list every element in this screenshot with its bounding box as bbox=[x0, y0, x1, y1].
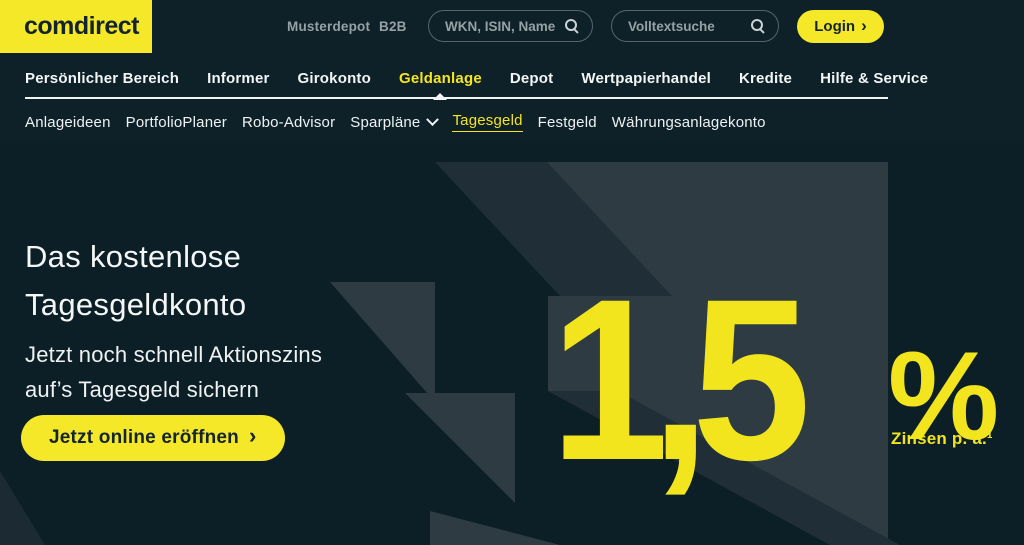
comdirect-logo[interactable]: comdirect bbox=[0, 0, 152, 53]
fulltext-search-input[interactable] bbox=[628, 18, 751, 34]
search-icon[interactable] bbox=[751, 18, 766, 34]
fulltext-search[interactable] bbox=[611, 10, 779, 42]
sub-nav-list: Anlageideen PortfolioPlaner Robo-Advisor… bbox=[0, 103, 1024, 132]
subnav-item-portfolioplaner[interactable]: PortfolioPlaner bbox=[126, 112, 227, 132]
hero-heading: Das kostenlose Tagesgeldkonto bbox=[25, 233, 246, 329]
wkn-search[interactable] bbox=[428, 10, 593, 42]
search-icon-handle bbox=[759, 27, 765, 34]
subnav-item-label: Sparpläne bbox=[350, 113, 421, 131]
subnav-item-label: Tagesgeld bbox=[452, 112, 523, 132]
interest-rate-value: 1,5 bbox=[550, 251, 811, 508]
wkn-search-input[interactable] bbox=[445, 18, 565, 34]
logo-text: comdirect bbox=[24, 12, 139, 40]
hero-subtext-line1: Jetzt noch schnell Aktionszins bbox=[25, 342, 323, 367]
hero-heading-line2: Tagesgeldkonto bbox=[25, 287, 247, 322]
cta-label: Jetzt online eröffnen bbox=[49, 427, 239, 448]
hero-subtext: Jetzt noch schnell Aktionszins auf’s Tag… bbox=[25, 337, 322, 407]
subnav-item-festgeld[interactable]: Festgeld bbox=[538, 112, 597, 132]
subnav-item-tagesgeld[interactable]: Tagesgeld bbox=[452, 112, 523, 132]
b2b-link[interactable]: B2B bbox=[379, 0, 407, 53]
search-icon[interactable] bbox=[565, 18, 580, 34]
hero-subtext-line2: auf’s Tagesgeld sichern bbox=[25, 377, 260, 402]
sub-navigation: Anlageideen PortfolioPlaner Robo-Advisor… bbox=[0, 103, 1024, 135]
login-label: Login bbox=[814, 18, 856, 35]
hero-heading-line1: Das kostenlose bbox=[25, 239, 242, 274]
musterdepot-link[interactable]: Musterdepot bbox=[287, 0, 370, 53]
login-button[interactable]: Login › bbox=[797, 10, 884, 43]
main-navigation: Persönlicher Bereich Informer Girokonto … bbox=[0, 60, 1024, 101]
subnav-item-waehrungsanlagekonto[interactable]: Währungsanlagekonto bbox=[612, 112, 766, 132]
nav-divider-line bbox=[25, 97, 888, 99]
chevron-right-icon: › bbox=[861, 16, 867, 35]
chevron-down-icon bbox=[426, 112, 440, 126]
main-nav-list: Persönlicher Bereich Informer Girokonto … bbox=[0, 60, 1024, 101]
open-account-button[interactable]: Jetzt online eröffnen › bbox=[21, 415, 285, 461]
interest-rate-caption: Zinsen p. a.¹ bbox=[891, 429, 993, 448]
nav-item-label: Geldanlage bbox=[399, 70, 482, 87]
hero-banner: Das kostenlose Tagesgeldkonto Jetzt noch… bbox=[0, 141, 1024, 545]
subnav-item-robo-advisor[interactable]: Robo-Advisor bbox=[242, 112, 335, 132]
comdirect-tagesgeld-page: { "header": { "logo_text": "comdirect", … bbox=[0, 0, 1024, 545]
subnav-item-sparplaene[interactable]: Sparpläne bbox=[350, 112, 440, 132]
chevron-right-icon: › bbox=[249, 423, 257, 448]
search-icon-handle bbox=[573, 27, 579, 34]
subnav-item-anlageideen[interactable]: Anlageideen bbox=[25, 112, 111, 132]
